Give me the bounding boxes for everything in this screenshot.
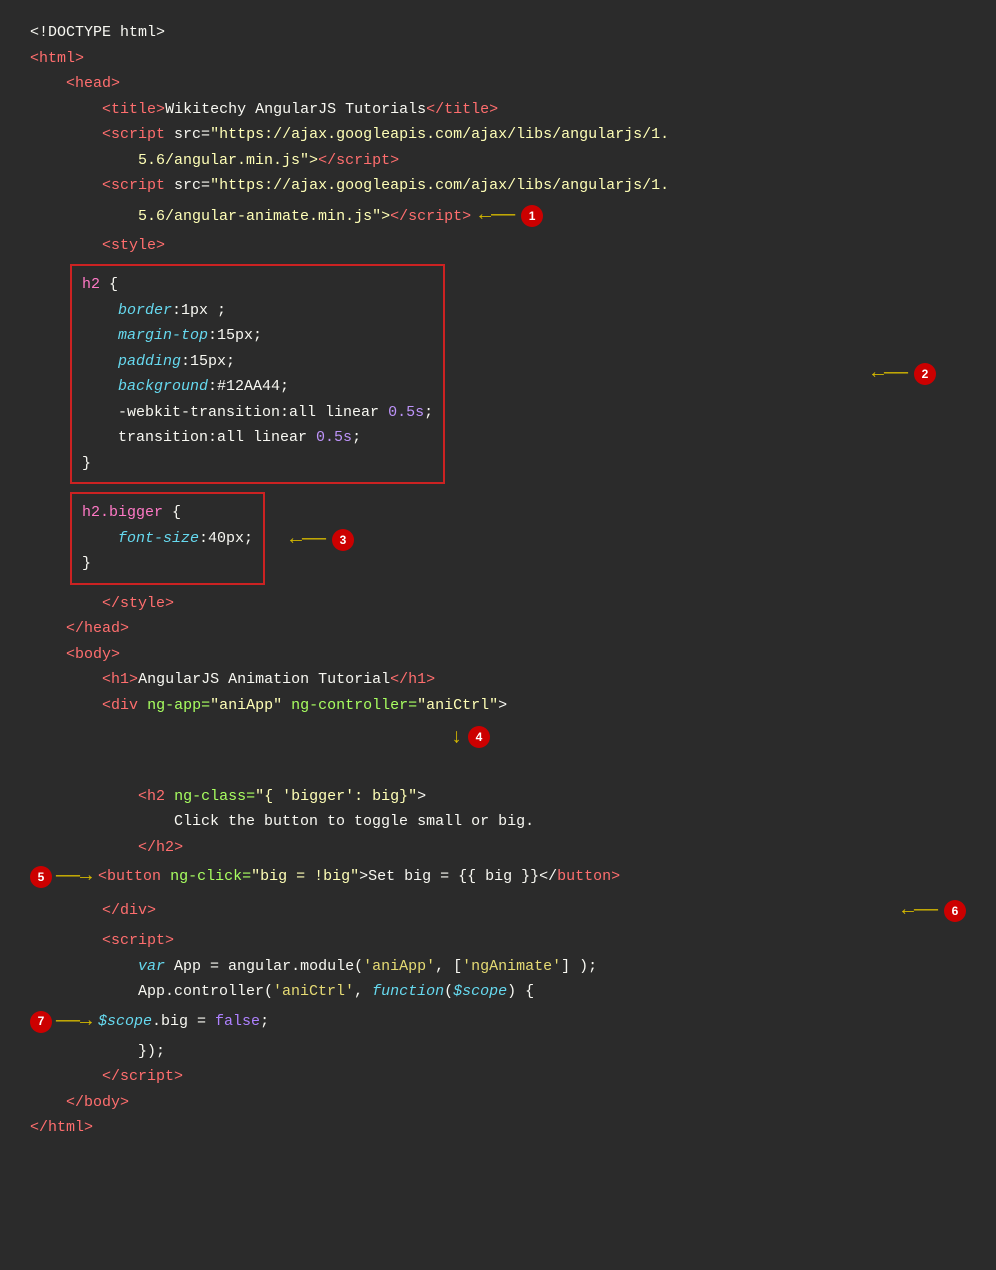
line-empty1 <box>30 758 966 784</box>
badge-7-wrapper: 7 ――→ <box>30 1005 92 1039</box>
line-head-close: </head> <box>30 616 966 642</box>
red-box-2: h2.bigger { font-size:40px; } <box>70 492 265 585</box>
code-container: <!DOCTYPE html> <html> <head> <title>Wik… <box>30 20 966 1141</box>
line-body-open: <body> <box>30 642 966 668</box>
arrow-1-icon: ←―― <box>479 204 515 227</box>
badge-5-wrapper: 5 ――→ <box>30 860 92 894</box>
line-script2b-wrapper: 5.6/angular-animate.min.js"></script>←――… <box>30 199 966 233</box>
line-script1a: <script src="https://ajax.googleapis.com… <box>30 122 966 148</box>
line-scope-big: $scope.big = false; <box>98 1009 966 1035</box>
arrow-6-icon: ←―― <box>902 894 938 928</box>
line-button-wrapper: 5 ――→ <button ng-click="big = !big">Set … <box>30 860 966 894</box>
badge-2: 2 <box>914 363 936 385</box>
arrow-4-icon: ← <box>439 731 473 743</box>
red-box-1: h2 { border:1px ; margin-top:15px; paddi… <box>70 264 445 484</box>
line-click-text: Click the button to toggle small or big. <box>30 809 966 835</box>
line-script3-open: <script> <box>30 928 966 954</box>
line-html-close: </html> <box>30 1115 966 1141</box>
badge-3-wrapper: ←―― 3 <box>290 523 354 557</box>
line-title: <title>Wikitechy AngularJS Tutorials</ti… <box>30 97 966 123</box>
line-div-ng: <div ng-app="aniApp" ng-controller="aniC… <box>30 693 966 719</box>
line-h2bigger-open: h2.bigger { <box>82 500 253 526</box>
line-style-open: <style> <box>30 233 966 259</box>
line-script2a: <script src="https://ajax.googleapis.com… <box>30 173 966 199</box>
line-font-size: font-size:40px; <box>82 526 253 552</box>
line-script2-wrapper: <script src="https://ajax.googleapis.com… <box>30 173 966 199</box>
line-button: <button ng-click="big = !big">Set big = … <box>98 864 966 890</box>
line-script1b: 5.6/angular.min.js"></script> <box>30 148 966 174</box>
badge-4-wrapper: ← 4 <box>450 720 966 754</box>
badge-5: 5 <box>30 866 52 888</box>
line-html-open: <html> <box>30 46 966 72</box>
div-ng-wrapper: <div ng-app="aniApp" ng-controller="aniC… <box>30 693 966 759</box>
arrow-2-icon: ←―― <box>872 357 908 391</box>
badge-6-wrapper: ←―― 6 <box>902 894 966 928</box>
line-div-close: </div> <box>30 898 892 924</box>
line-h2-open: h2 { <box>82 272 433 298</box>
line-script2b: 5.6/angular-animate.min.js"></script>←――… <box>30 199 966 233</box>
line-body-close: </body> <box>30 1090 966 1116</box>
line-controller: App.controller('aniCtrl', function($scop… <box>30 979 966 1005</box>
red-box-1-wrapper: h2 { border:1px ; margin-top:15px; paddi… <box>30 258 966 490</box>
line-margin-top: margin-top:15px; <box>82 323 433 349</box>
line-h1: <h1>AngularJS Animation Tutorial</h1> <box>30 667 966 693</box>
line-h2-close: } <box>82 451 433 477</box>
line-doctype: <!DOCTYPE html> <box>30 20 966 46</box>
badge-6: 6 <box>944 900 966 922</box>
badge-7: 7 <box>30 1011 52 1033</box>
line-head-open: <head> <box>30 71 966 97</box>
red-box-2-wrapper: h2.bigger { font-size:40px; } ←―― 3 <box>30 490 966 591</box>
line-var: var App = angular.module('aniApp', ['ngA… <box>30 954 966 980</box>
line-divclose-wrapper: </div> ←―― 6 <box>30 894 966 928</box>
line-webkit-transition: -webkit-transition:all linear 0.5s; <box>82 400 433 426</box>
line-script3-close: </script> <box>30 1064 966 1090</box>
arrow-3-icon: ←―― <box>290 523 326 557</box>
line-scope-wrapper: 7 ――→ $scope.big = false; <box>30 1005 966 1039</box>
line-style-close: </style> <box>30 591 966 617</box>
line-h2-ng-class: <h2 ng-class="{ 'bigger': big}"> <box>30 784 966 810</box>
line-padding: padding:15px; <box>82 349 433 375</box>
line-close-bracket: }); <box>30 1039 966 1065</box>
arrow-7-icon: ――→ <box>56 1005 92 1039</box>
badge-2-wrapper: ←―― 2 <box>872 357 936 391</box>
line-background: background:#12AA44; <box>82 374 433 400</box>
line-h2bigger-close: } <box>82 551 253 577</box>
arrow-5-icon: ――→ <box>56 860 92 894</box>
line-h2-close: </h2> <box>30 835 966 861</box>
badge-1: 1 <box>521 205 543 227</box>
badge-3: 3 <box>332 529 354 551</box>
line-border: border:1px ; <box>82 298 433 324</box>
line-transition: transition:all linear 0.5s; <box>82 425 433 451</box>
